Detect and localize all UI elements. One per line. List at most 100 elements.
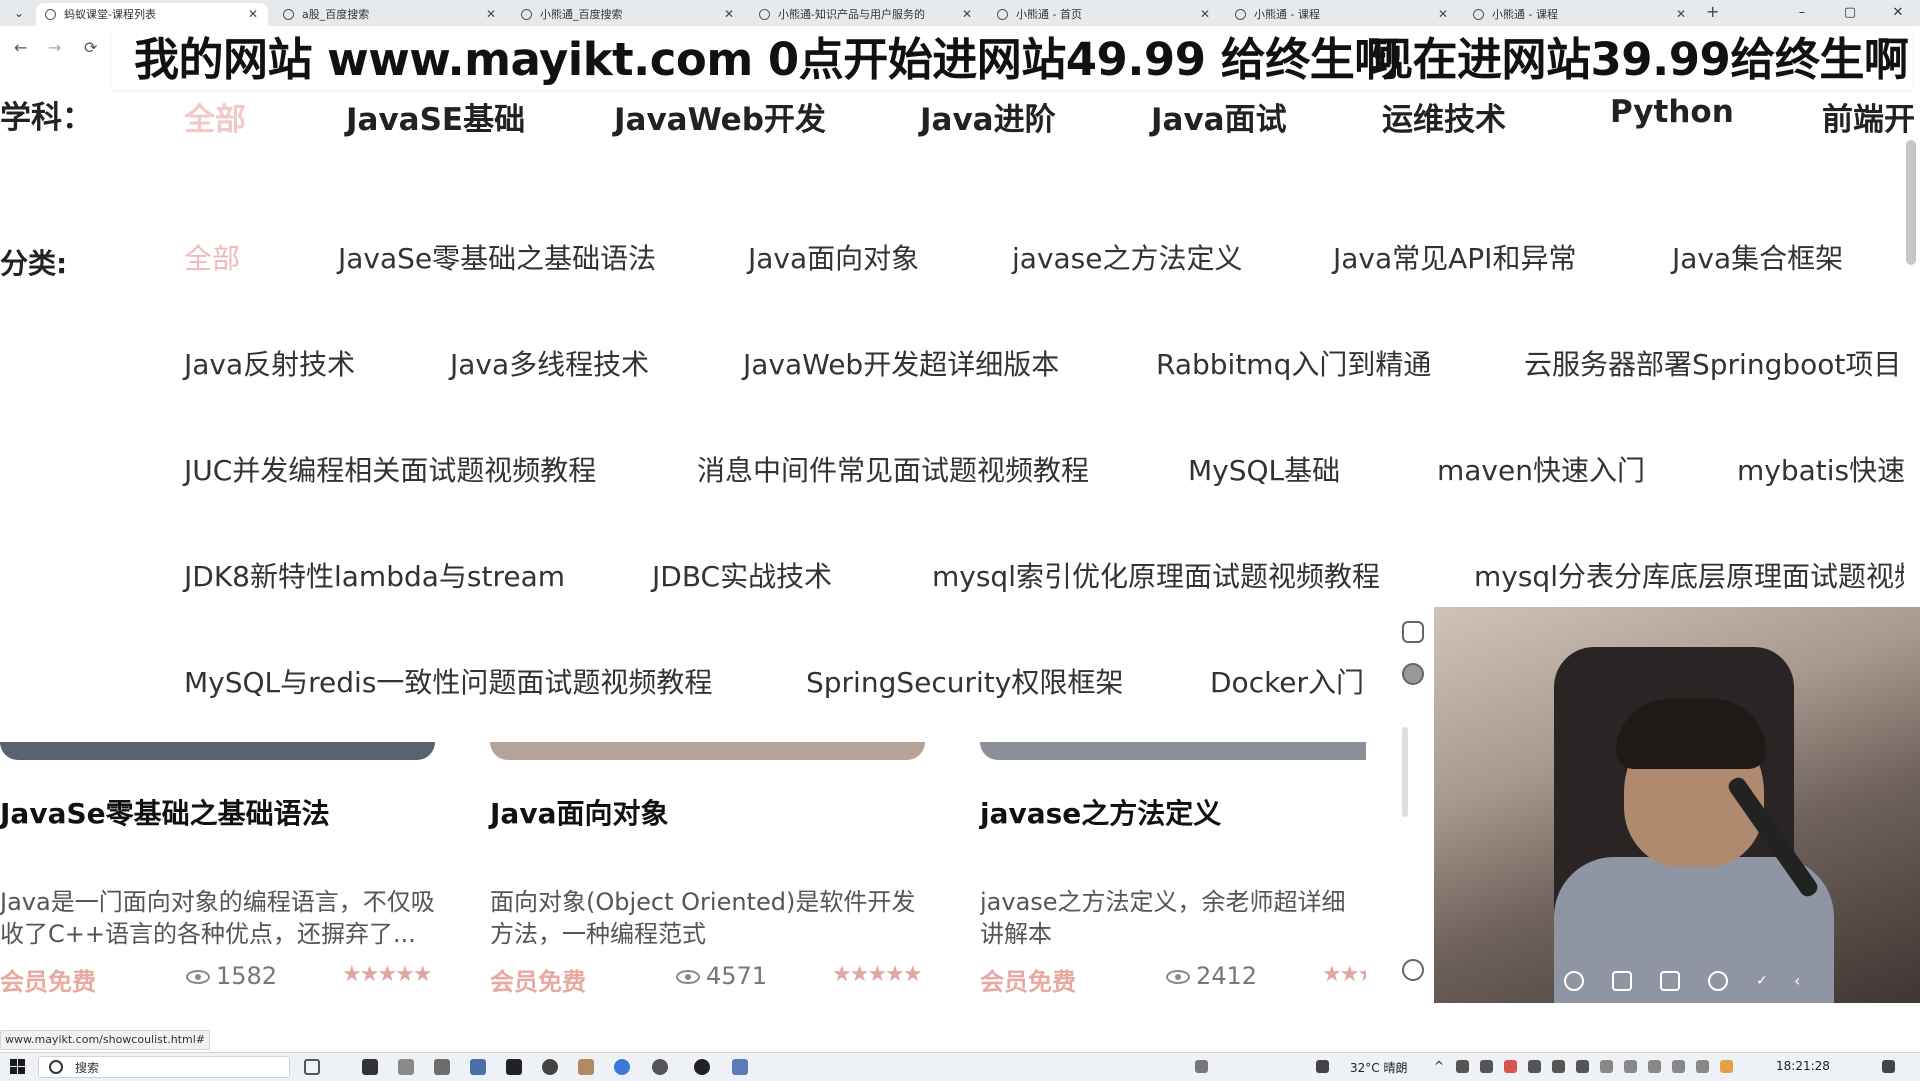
category-item[interactable]: SpringSecurity权限框架 bbox=[806, 661, 1123, 701]
category-item[interactable]: JavaSe零基础之基础语法 bbox=[338, 237, 656, 277]
scrollbar-thumb[interactable] bbox=[1906, 140, 1916, 265]
check-icon[interactable]: ✓ bbox=[1756, 971, 1776, 991]
category-item[interactable]: 云服务器部署Springboot项目 bbox=[1524, 343, 1901, 383]
forward-arrow-icon[interactable]: → bbox=[48, 38, 61, 57]
category-item[interactable]: Java常见API和异常 bbox=[1333, 237, 1576, 277]
course-title[interactable]: Java面向对象 bbox=[490, 792, 668, 832]
category-item[interactable]: mysql分表分库底层原理面试题视频 bbox=[1474, 555, 1904, 595]
keyboard-icon[interactable] bbox=[1672, 1060, 1685, 1073]
subject-item-all[interactable]: 全部 bbox=[184, 94, 246, 139]
category-item[interactable]: JavaWeb开发超详细版本 bbox=[743, 343, 1059, 383]
qq-icon[interactable] bbox=[542, 1059, 558, 1075]
taskbar-search[interactable]: 搜索 bbox=[38, 1056, 290, 1078]
app-icon[interactable] bbox=[470, 1059, 486, 1075]
volume-icon[interactable] bbox=[1648, 1060, 1661, 1073]
subject-item-javase[interactable]: JavaSE基础 bbox=[346, 94, 525, 139]
browser-tab[interactable]: 小熊通_百度搜索 ✕ bbox=[512, 3, 744, 26]
course-thumbnail[interactable] bbox=[490, 742, 925, 760]
tab-list-chevron-icon[interactable]: ⌄ bbox=[8, 4, 30, 22]
category-item[interactable]: JDK8新特性lambda与stream bbox=[184, 555, 565, 595]
browser-tab[interactable]: a股_百度搜索 ✕ bbox=[274, 3, 506, 26]
obs-icon[interactable] bbox=[694, 1059, 710, 1075]
app-icon[interactable] bbox=[652, 1059, 668, 1075]
info-icon[interactable] bbox=[1564, 971, 1584, 991]
subject-item-frontend[interactable]: 前端开 bbox=[1822, 94, 1915, 139]
category-item[interactable]: Java集合框架 bbox=[1672, 237, 1843, 277]
tray-icon[interactable] bbox=[1528, 1060, 1541, 1073]
tray-expand-icon[interactable]: ^ bbox=[1434, 1059, 1444, 1073]
category-item[interactable]: javase之方法定义 bbox=[1012, 237, 1242, 277]
close-tab-icon[interactable]: ✕ bbox=[1438, 3, 1448, 26]
tray-icon[interactable] bbox=[1504, 1060, 1517, 1073]
network-icon[interactable] bbox=[1600, 1060, 1613, 1073]
jetbrains-icon[interactable] bbox=[506, 1059, 522, 1075]
side-slider-icon[interactable] bbox=[1402, 727, 1408, 817]
close-tab-icon[interactable]: ✕ bbox=[486, 3, 496, 26]
clock[interactable]: 18:21:28 bbox=[1776, 1059, 1830, 1073]
back-arrow-icon[interactable]: ← bbox=[14, 38, 27, 57]
browser-tab[interactable]: 小熊通 - 首页 ✕ bbox=[988, 3, 1220, 26]
subject-item-javaweb[interactable]: JavaWeb开发 bbox=[614, 94, 826, 139]
terminal-icon[interactable] bbox=[362, 1059, 378, 1075]
tray-icon[interactable] bbox=[1480, 1060, 1493, 1073]
subject-item-ops[interactable]: 运维技术 bbox=[1382, 94, 1506, 139]
category-item[interactable]: mysql索引优化原理面试题视频教程 bbox=[932, 555, 1380, 595]
language-icon[interactable] bbox=[1696, 1060, 1709, 1073]
minimize-button[interactable]: – bbox=[1780, 0, 1824, 26]
browser-tab[interactable]: 蚂蚁课堂-课程列表 ✕ bbox=[36, 3, 268, 26]
course-thumbnail[interactable] bbox=[980, 742, 1366, 760]
windows-start-icon[interactable] bbox=[10, 1059, 26, 1075]
reload-icon[interactable]: ⟳ bbox=[84, 38, 97, 57]
new-tab-button[interactable]: + bbox=[1706, 2, 1719, 21]
tray-icon[interactable] bbox=[1576, 1060, 1589, 1073]
maximize-button[interactable]: ▢ bbox=[1828, 0, 1872, 26]
mic-icon[interactable] bbox=[1708, 971, 1728, 991]
category-item[interactable]: 消息中间件常见面试题视频教程 bbox=[697, 449, 1089, 489]
category-item[interactable]: JUC并发编程相关面试题视频教程 bbox=[184, 449, 596, 489]
chevron-left-icon[interactable]: ‹ bbox=[1794, 971, 1814, 991]
subject-item-python[interactable]: Python bbox=[1610, 94, 1734, 130]
camera-icon[interactable] bbox=[1402, 621, 1424, 643]
browser-tab[interactable]: 小熊通 - 课程 ✕ bbox=[1464, 3, 1696, 26]
category-item[interactable]: Java反射技术 bbox=[184, 343, 355, 383]
app-icon[interactable] bbox=[732, 1059, 748, 1075]
category-item[interactable]: Rabbitmq入门到精通 bbox=[1156, 343, 1431, 383]
course-title[interactable]: javase之方法定义 bbox=[980, 792, 1221, 832]
wifi-icon[interactable] bbox=[1624, 1060, 1637, 1073]
browser-tab[interactable]: 小熊通 - 课程 ✕ bbox=[1226, 3, 1458, 26]
settings-icon[interactable] bbox=[1402, 663, 1424, 685]
browser-icon[interactable] bbox=[614, 1059, 630, 1075]
tray-icon[interactable] bbox=[1552, 1060, 1565, 1073]
app-icon[interactable] bbox=[398, 1059, 414, 1075]
category-item[interactable]: 全部 bbox=[184, 237, 240, 277]
app-tray-icon[interactable] bbox=[1720, 1060, 1733, 1073]
category-item[interactable]: MySQL基础 bbox=[1188, 449, 1340, 489]
screenshot-icon[interactable] bbox=[1612, 971, 1632, 991]
weather-text[interactable]: 32°C 晴朗 bbox=[1350, 1059, 1407, 1076]
course-title[interactable]: JavaSe零基础之基础语法 bbox=[0, 792, 330, 832]
notification-icon[interactable] bbox=[1882, 1060, 1895, 1073]
close-tab-icon[interactable]: ✕ bbox=[1200, 3, 1210, 26]
tray-icon[interactable] bbox=[1456, 1060, 1469, 1073]
hand-icon[interactable] bbox=[1402, 959, 1424, 981]
category-item[interactable]: mybatis快速 bbox=[1737, 449, 1905, 489]
subject-item-java-interview[interactable]: Java面试 bbox=[1151, 94, 1287, 139]
category-item[interactable]: MySQL与redis一致性问题面试题视频教程 bbox=[184, 661, 712, 701]
category-item[interactable]: maven快速入门 bbox=[1437, 449, 1645, 489]
close-tab-icon[interactable]: ✕ bbox=[248, 3, 258, 26]
close-tab-icon[interactable]: ✕ bbox=[1676, 3, 1686, 26]
category-item[interactable]: Java面向对象 bbox=[748, 237, 919, 277]
close-tab-icon[interactable]: ✕ bbox=[962, 3, 972, 26]
browser-tab[interactable]: 小熊通-知识产品与用户服务的 ✕ bbox=[750, 3, 982, 26]
subject-item-java-advanced[interactable]: Java进阶 bbox=[920, 94, 1056, 139]
file-explorer-icon[interactable] bbox=[434, 1059, 450, 1075]
close-window-button[interactable]: ✕ bbox=[1876, 0, 1920, 26]
user-icon[interactable] bbox=[1195, 1060, 1208, 1073]
category-item[interactable]: JDBC实战技术 bbox=[652, 555, 832, 595]
task-view-icon[interactable] bbox=[304, 1059, 320, 1075]
close-tab-icon[interactable]: ✕ bbox=[724, 3, 734, 26]
layout-icon[interactable] bbox=[1660, 971, 1680, 991]
app-icon[interactable] bbox=[578, 1059, 594, 1075]
category-item[interactable]: Docker入门 bbox=[1210, 661, 1366, 701]
category-item[interactable]: Java多线程技术 bbox=[450, 343, 649, 383]
